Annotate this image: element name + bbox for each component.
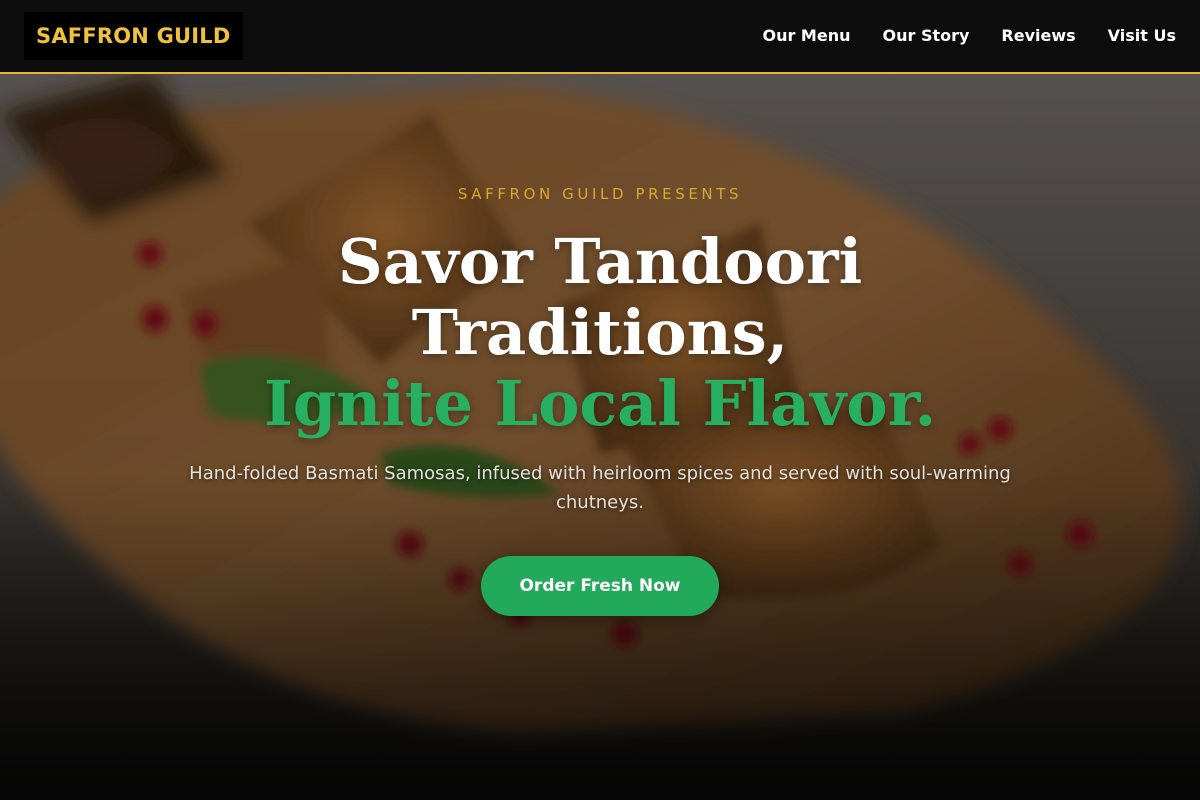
main-nav: Our Menu Our Story Reviews Visit Us [762, 26, 1176, 46]
nav-item-visit: Visit Us [1108, 26, 1176, 46]
order-fresh-now-button[interactable]: Order Fresh Now [481, 556, 719, 616]
nav-link-our-story[interactable]: Our Story [882, 26, 969, 45]
hero-section: SAFFRON GUILD PRESENTS Savor Tandoori Tr… [0, 74, 1200, 800]
headline-accent: Ignite Local Flavor. [263, 367, 937, 440]
brand-logo[interactable]: SAFFRON GUILD [24, 12, 243, 60]
hero-subtext: Hand-folded Basmati Samosas, infused wit… [189, 463, 1011, 513]
nav-link-visit-us[interactable]: Visit Us [1108, 26, 1176, 45]
hero-eyebrow: SAFFRON GUILD PRESENTS [457, 185, 743, 203]
headline-line-1: Savor Tandoori [337, 225, 863, 298]
headline-line-2: Traditions, [411, 296, 789, 369]
nav-item-menu: Our Menu [762, 26, 850, 46]
nav-link-reviews[interactable]: Reviews [1001, 26, 1075, 45]
hero-headline: Savor Tandoori Traditions, Ignite Local … [0, 226, 1200, 439]
site-header: SAFFRON GUILD Our Menu Our Story Reviews… [0, 0, 1200, 74]
nav-item-story: Our Story [882, 26, 969, 46]
nav-link-our-menu[interactable]: Our Menu [762, 26, 850, 45]
nav-item-reviews: Reviews [1001, 26, 1075, 46]
